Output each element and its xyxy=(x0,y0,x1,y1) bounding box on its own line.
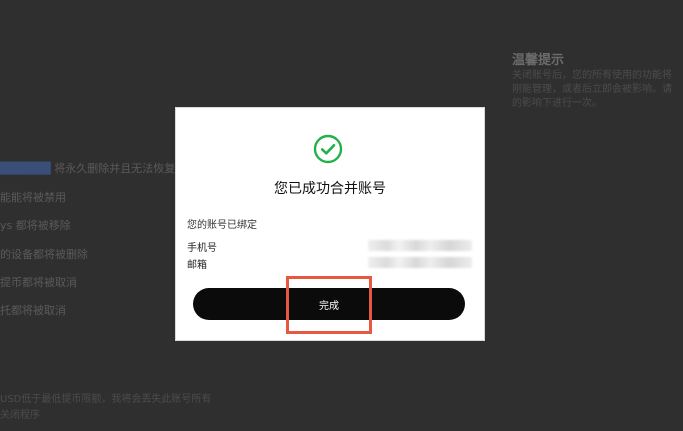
side-panel-line: 刚能管理，或者后立即会被影响。请 xyxy=(512,84,672,95)
notice-line: 关闭程序 xyxy=(0,410,40,421)
dialog-title: 您已成功合并账号 xyxy=(274,181,386,197)
phone-label: 手机号 xyxy=(187,243,217,254)
done-button[interactable]: 完成 xyxy=(193,288,465,320)
warning-line: 托都将被取消 xyxy=(0,304,66,317)
phone-value-redacted xyxy=(368,240,472,251)
side-panel-title: 温馨提示 xyxy=(512,53,565,68)
check-circle-icon xyxy=(313,134,343,164)
email-value-redacted xyxy=(368,257,472,268)
page: 温馨提示 关闭账号后，您的所有使用的功能将 刚能管理，或者后立即会被影响。请 的… xyxy=(0,0,683,431)
side-panel-line: 关闭账号后，您的所有使用的功能将 xyxy=(512,70,672,81)
warning-line: 能能将被禁用 xyxy=(0,191,66,204)
notice-line: USD低于最低提币限额，我将会丢失此账号所有 xyxy=(0,394,212,405)
merge-success-dialog: 您已成功合并账号 您的账号已绑定 手机号 邮箱 完成 xyxy=(176,108,484,340)
warning-line: ██████ 将永久删除并且无法恢复 xyxy=(0,160,175,176)
warning-line: ys 都将被移除 xyxy=(0,219,71,232)
warning-text: 将永久删除并且无法恢复 xyxy=(50,162,176,175)
side-panel-line: 的影响下进行一次。 xyxy=(512,98,602,109)
warning-link: ██████ xyxy=(0,162,51,175)
warning-line: 提币都将被取消 xyxy=(0,276,77,289)
warning-line: 的设备都将被删除 xyxy=(0,248,88,261)
bound-caption: 您的账号已绑定 xyxy=(187,220,257,231)
email-label: 邮箱 xyxy=(187,260,207,271)
